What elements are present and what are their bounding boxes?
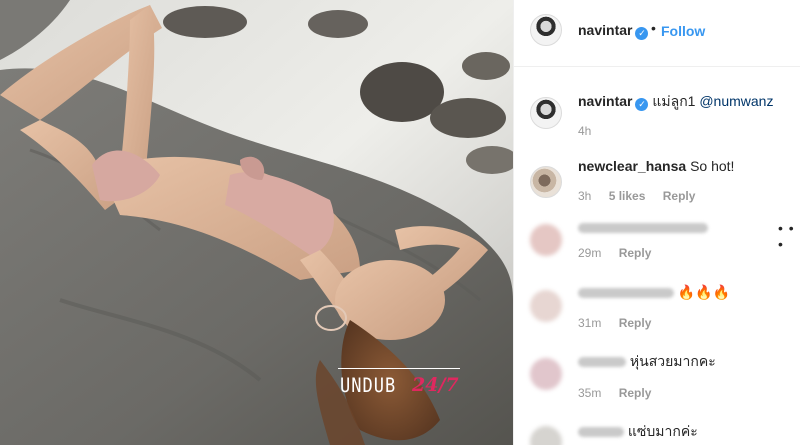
comment-avatar[interactable]: [530, 426, 562, 445]
author-username-row: navintar ✓: [578, 22, 649, 40]
caption-time[interactable]: 4h: [578, 124, 591, 138]
watermark-text: UNDUB: [340, 374, 397, 398]
verified-badge-icon: ✓: [635, 27, 649, 40]
comment-text: 🔥🔥🔥: [677, 284, 731, 300]
separator-dot: •: [651, 20, 656, 36]
comment-likes[interactable]: 5 likes: [609, 189, 646, 203]
comment-username[interactable]: [578, 427, 624, 438]
more-options-icon[interactable]: • • •: [778, 220, 800, 252]
reply-button[interactable]: Reply: [619, 386, 652, 400]
comment-username[interactable]: [578, 357, 626, 368]
comment-username[interactable]: [578, 223, 708, 234]
post-photo[interactable]: UNDUB 24/7: [0, 0, 513, 445]
reply-button[interactable]: Reply: [619, 246, 652, 260]
post-sidebar: navintar ✓ • Follow navintar ✓ แม่ลูก1 @nu…: [513, 0, 800, 445]
caption-text: navintar ✓ แม่ลูก1 @numwanz: [578, 92, 773, 111]
comment-text: หุ่นสวยมากคะ: [629, 353, 716, 369]
comment-row: แซ่บมากค่ะ: [578, 422, 698, 440]
comment-avatar[interactable]: [530, 290, 562, 322]
comment-time[interactable]: 31m: [578, 316, 601, 330]
reply-button[interactable]: Reply: [619, 316, 652, 330]
comment-avatar[interactable]: [530, 224, 562, 256]
comment-meta: 31m Reply: [578, 316, 665, 330]
comment-row: 🔥🔥🔥: [578, 283, 730, 301]
comment-row: หุ่นสวยมากคะ: [578, 352, 716, 370]
comment-text: So hot!: [690, 158, 735, 174]
comment-username[interactable]: newclear_hansa: [578, 158, 686, 174]
follow-button[interactable]: Follow: [661, 23, 705, 39]
author-username[interactable]: navintar: [578, 22, 632, 38]
comment-meta: 29m Reply: [578, 246, 665, 260]
watermark: UNDUB 24/7: [338, 366, 462, 406]
caption-meta: 4h: [578, 124, 605, 138]
comment-avatar[interactable]: [530, 358, 562, 390]
caption-author-avatar[interactable]: [530, 97, 562, 129]
watermark-line: [338, 368, 460, 369]
reply-button[interactable]: Reply: [663, 189, 696, 203]
post-header: navintar ✓ • Follow: [514, 0, 800, 67]
author-avatar[interactable]: [530, 14, 562, 46]
comment-meta: 3h 5 likes Reply: [578, 189, 709, 203]
comment-username[interactable]: [578, 288, 674, 299]
caption-body: แม่ลูก1: [652, 93, 696, 109]
comment-avatar[interactable]: [530, 166, 562, 198]
comment-time[interactable]: 29m: [578, 246, 601, 260]
caption-username[interactable]: navintar: [578, 93, 632, 109]
comment-text: แซ่บมากค่ะ: [627, 423, 698, 439]
watermark-accent: 24/7: [412, 374, 459, 396]
comment-row: [578, 218, 708, 236]
comment-time[interactable]: 3h: [578, 189, 591, 203]
comment-meta: 35m Reply: [578, 386, 665, 400]
verified-badge-icon: ✓: [635, 98, 649, 111]
caption-mention[interactable]: @numwanz: [699, 93, 773, 109]
comment-row: newclear_hansa So hot!: [578, 157, 734, 175]
comment-time[interactable]: 35m: [578, 386, 601, 400]
